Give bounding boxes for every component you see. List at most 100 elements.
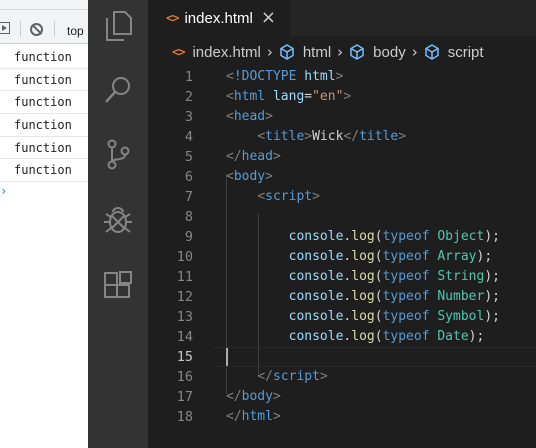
current-line-highlight: [214, 347, 536, 367]
code-editor[interactable]: 1 <!DOCTYPE html> 2 <html lang="en"> 3 <head>…: [148, 67, 536, 427]
bracket-token: >: [272, 149, 281, 164]
tag-token: head: [233, 109, 266, 124]
line-content: </head>: [226, 147, 281, 167]
line-content: <title>Wick</title>: [226, 127, 406, 147]
code-line[interactable]: 1 <!DOCTYPE html>: [148, 67, 536, 87]
line-content: console.log(typeof Symbol);: [226, 307, 500, 327]
identifier-token: console: [288, 249, 344, 264]
attribute-token: lang: [272, 89, 305, 104]
bracket-token: </: [226, 389, 242, 404]
code-line[interactable]: 12 console.log(typeof Number);: [148, 287, 536, 307]
console-line: function: [0, 69, 88, 92]
class-token: Number: [437, 289, 485, 304]
line-number: 9: [184, 229, 193, 245]
bracket-token: <: [226, 69, 234, 84]
tab-index-html[interactable]: <> index.html ×: [148, 0, 290, 36]
code-line[interactable]: 3 <head>: [148, 107, 536, 127]
code-line[interactable]: 17 </body>: [148, 387, 536, 407]
text-token: =: [304, 89, 313, 104]
string-token: "en": [312, 89, 344, 104]
identifier-token: console: [288, 269, 344, 284]
code-line[interactable]: 14 console.log(typeof Date);: [148, 327, 536, 347]
code-line[interactable]: 15: [148, 347, 536, 367]
clear-console-icon[interactable]: [30, 23, 43, 36]
line-number: 6: [184, 169, 193, 185]
class-token: Object: [437, 229, 485, 244]
code-line[interactable]: 10 console.log(typeof Array);: [148, 247, 536, 267]
tab-label: index.html: [184, 9, 253, 27]
line-number: 7: [184, 189, 193, 205]
tag-token: title: [265, 129, 305, 144]
chevron-right-icon: ›: [266, 43, 273, 61]
line-number: 8: [184, 209, 193, 225]
bracket-token: <: [226, 169, 234, 184]
line-content: </script>: [226, 367, 327, 387]
breadcrumb-label: html: [302, 43, 332, 61]
class-token: Symbol: [437, 309, 485, 324]
bracket-token: >: [343, 89, 352, 104]
breadcrumb-item-html[interactable]: html: [279, 44, 331, 61]
function-token: log: [351, 229, 375, 244]
function-token: log: [351, 289, 375, 304]
code-line[interactable]: 2 <html lang="en">: [148, 87, 536, 107]
text-cursor: [226, 348, 228, 366]
text-token: );: [484, 289, 500, 304]
line-content: console.log(typeof Number);: [226, 287, 500, 307]
identifier-token: console: [288, 229, 344, 244]
bracket-token: >: [398, 129, 407, 144]
tag-token: script: [272, 369, 320, 384]
code-line[interactable]: 16 </script>: [148, 367, 536, 387]
console-toolbar: top: [0, 10, 88, 44]
bracket-token: <: [226, 89, 234, 104]
keyword-token: typeof: [382, 289, 430, 304]
line-content: </html>: [226, 407, 281, 427]
text-token: (: [374, 229, 383, 244]
code-line[interactable]: 18 </html>: [148, 407, 536, 427]
code-line[interactable]: 5 </head>: [148, 147, 536, 167]
line-content: console.log(typeof Date);: [226, 327, 485, 347]
toolbar-divider: [20, 21, 21, 37]
line-number: 10: [176, 249, 193, 265]
console-line: function: [0, 137, 88, 160]
breadcrumb-label: body: [373, 43, 406, 61]
editor-area: <> index.html × <> index.html › html › b…: [148, 0, 536, 448]
debug-icon[interactable]: [88, 190, 148, 250]
explorer-icon[interactable]: [88, 0, 148, 56]
breadcrumb-item-script[interactable]: script: [424, 44, 484, 61]
tab-bar: <> index.html ×: [148, 0, 536, 36]
search-icon[interactable]: [88, 60, 148, 120]
class-token: Date: [437, 329, 469, 344]
code-line[interactable]: 6 <body>: [148, 167, 536, 187]
source-control-icon[interactable]: [88, 124, 148, 184]
bracket-token: </: [257, 369, 273, 384]
code-line[interactable]: 9 console.log(typeof Object);: [148, 227, 536, 247]
code-line[interactable]: 7 <script>: [148, 187, 536, 207]
line-number: 2: [184, 89, 193, 105]
function-token: log: [351, 269, 375, 284]
function-token: log: [351, 249, 375, 264]
code-line[interactable]: 4 <title>Wick</title>: [148, 127, 536, 147]
tag-token: html: [241, 409, 273, 424]
breadcrumb-item-file[interactable]: <> index.html: [172, 44, 261, 61]
text-token: );: [468, 329, 485, 344]
class-token: String: [437, 269, 485, 284]
code-line[interactable]: 13 console.log(typeof Symbol);: [148, 307, 536, 327]
code-line[interactable]: 8: [148, 207, 536, 227]
close-icon[interactable]: ×: [261, 9, 276, 27]
code-line[interactable]: 11 console.log(typeof String);: [148, 267, 536, 287]
bracket-token: </: [226, 409, 242, 424]
sidebar-toggle-icon[interactable]: [0, 22, 10, 34]
extensions-icon[interactable]: [88, 256, 148, 316]
console-prompt[interactable]: ›: [0, 184, 7, 198]
breadcrumb-item-body[interactable]: body: [349, 44, 406, 61]
line-number: 15: [176, 349, 193, 365]
breadcrumb-label: script: [447, 43, 484, 61]
bracket-token: <: [226, 109, 234, 124]
line-number: 16: [176, 369, 193, 385]
context-selector[interactable]: top: [67, 24, 84, 38]
